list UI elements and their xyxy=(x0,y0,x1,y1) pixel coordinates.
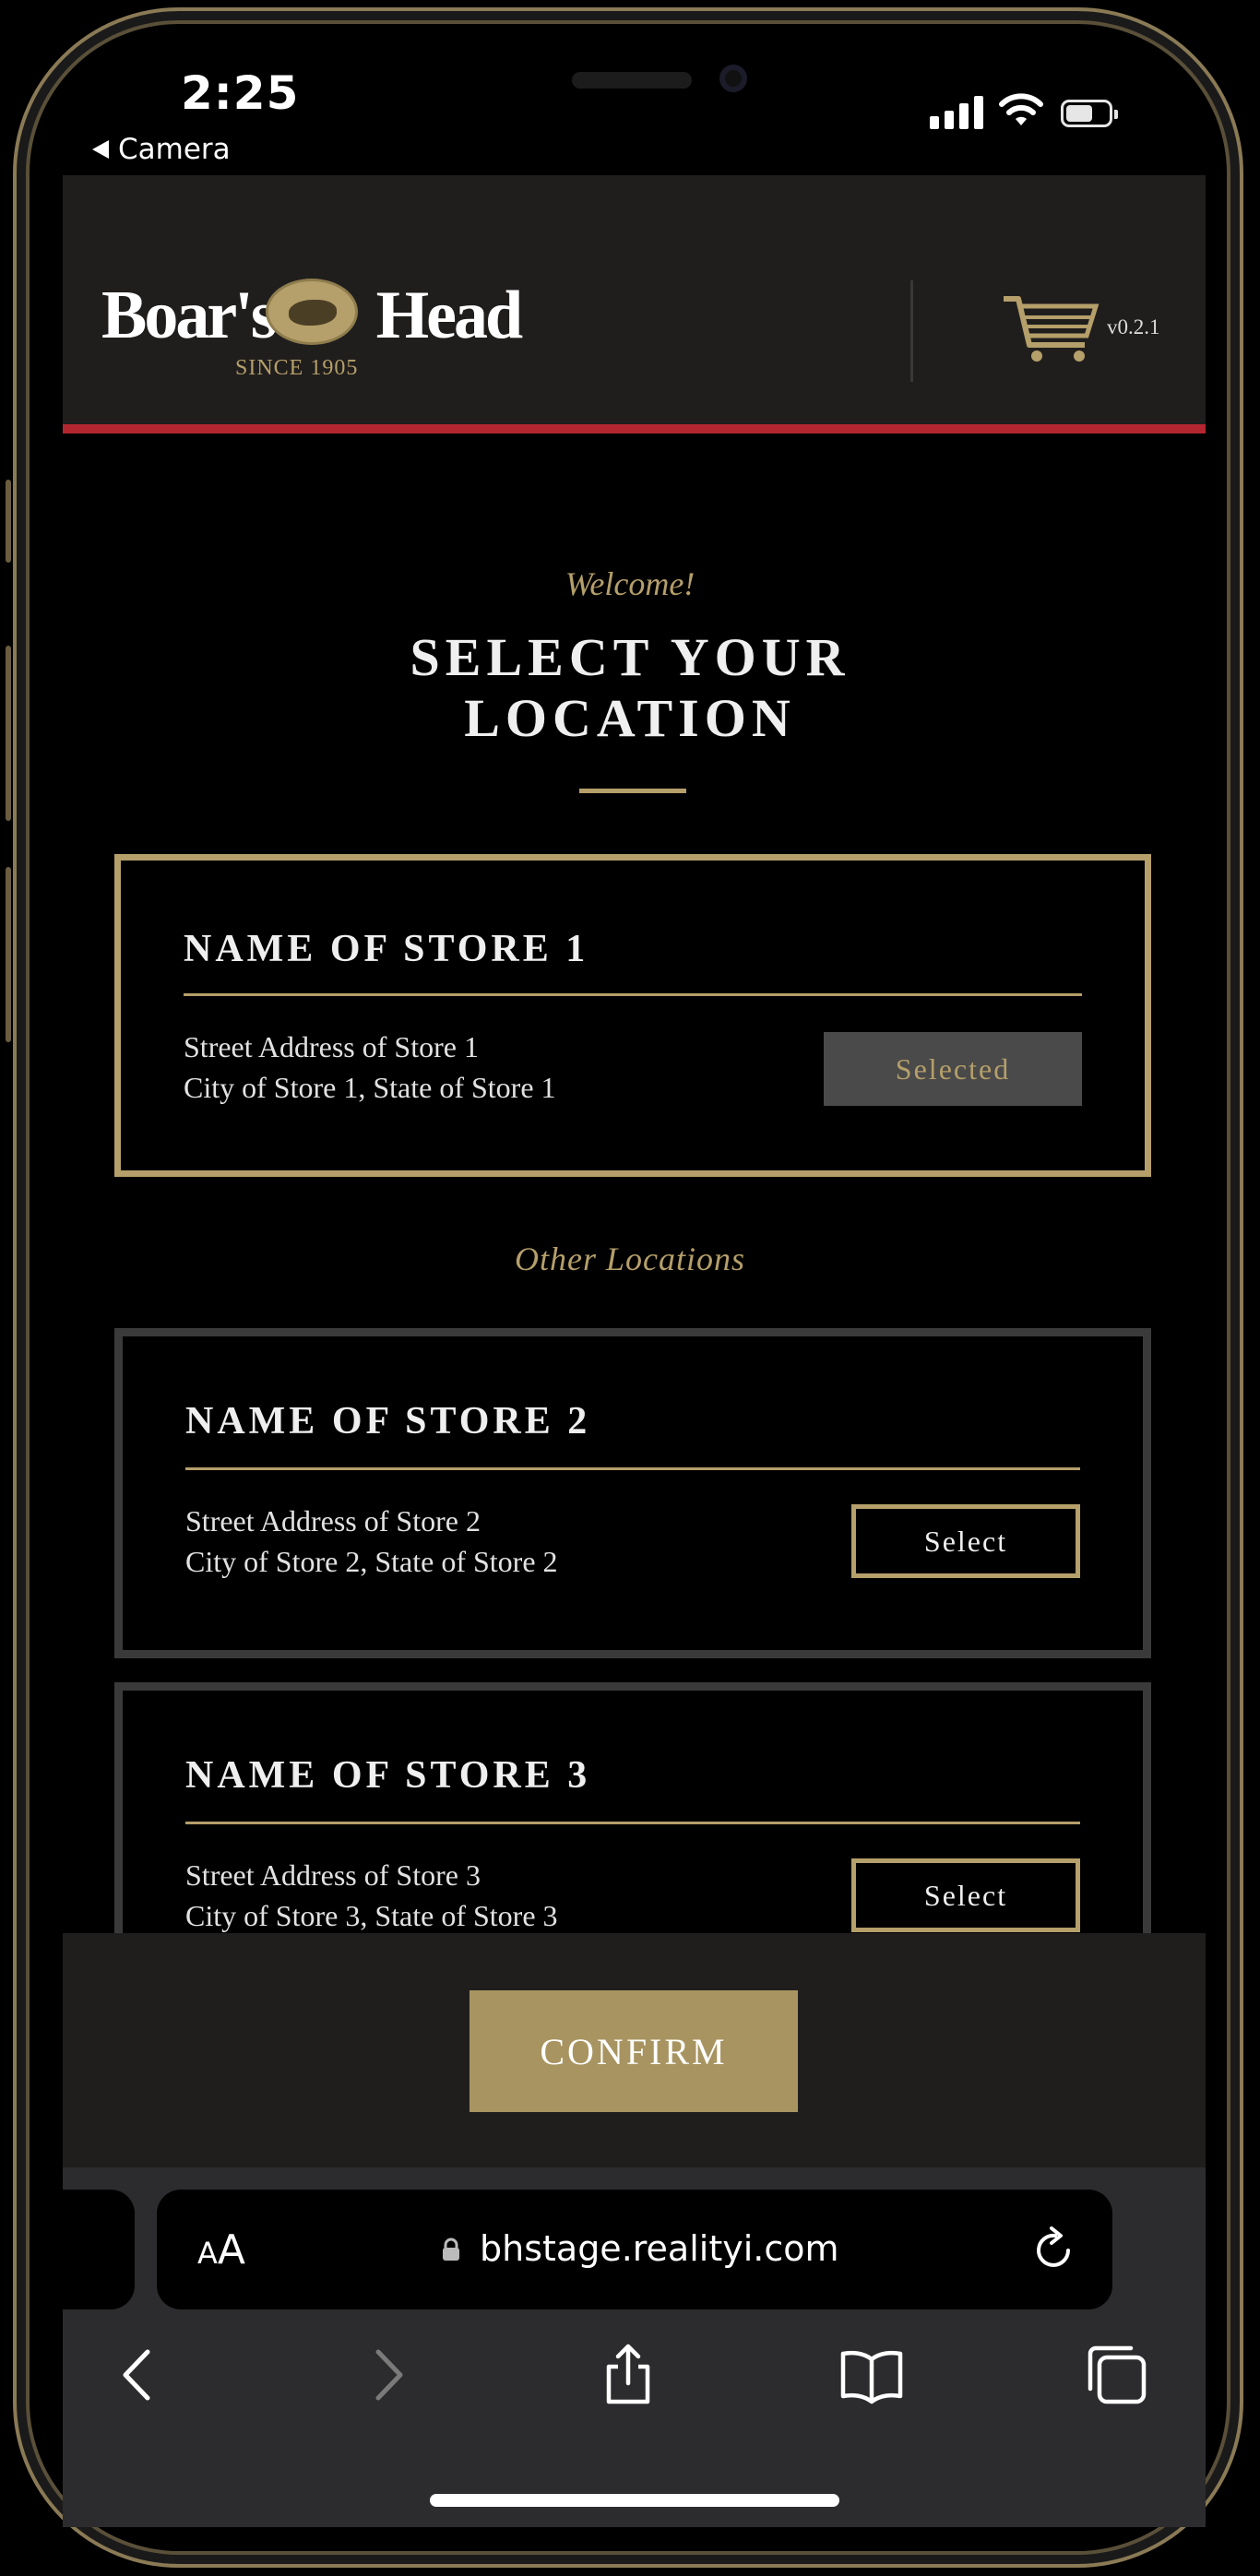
text-size-button[interactable]: AA xyxy=(197,2226,245,2273)
title-divider xyxy=(579,789,686,793)
confirm-button[interactable]: CONFIRM xyxy=(470,1990,798,2112)
store-divider xyxy=(185,1822,1080,1824)
back-icon[interactable] xyxy=(107,2343,172,2407)
url-text[interactable]: bhstage.realityi.com xyxy=(480,2228,839,2269)
back-triangle-icon xyxy=(92,140,109,159)
boar-emblem-icon xyxy=(266,279,358,345)
logo-word-boars: Boar's xyxy=(101,278,278,353)
tabs-icon[interactable] xyxy=(1085,2343,1149,2407)
welcome-text: Welcome! xyxy=(565,565,695,602)
store-street: Street Address of Store 3 xyxy=(185,1858,481,1892)
store-divider xyxy=(184,993,1082,996)
lock-icon xyxy=(443,2238,459,2261)
store-divider xyxy=(185,1467,1080,1470)
page-title-line-1: SELECT YOUR xyxy=(410,627,850,687)
logo-word-head: Head xyxy=(375,278,524,353)
wifi-icon xyxy=(999,93,1043,125)
phone-side-button xyxy=(6,480,11,563)
store-name: NAME OF STORE 3 xyxy=(185,1754,591,1797)
adjacent-tab[interactable] xyxy=(63,2190,135,2309)
store-address: Street Address of Store 3 City of Store … xyxy=(185,1855,558,1936)
page-title-line-2: LOCATION xyxy=(464,688,796,748)
status-time: 2:25 xyxy=(181,66,300,120)
app-version: v0.2.1 xyxy=(1107,315,1160,338)
store-city-state: City of Store 3, State of Store 3 xyxy=(185,1899,558,1932)
store-card-2: NAME OF STORE 2 Street Address of Store … xyxy=(114,1328,1151,1658)
other-locations-label: Other Locations xyxy=(514,1241,745,1277)
front-camera xyxy=(719,65,747,92)
speaker-grille xyxy=(572,72,692,89)
store-select-button[interactable]: Select xyxy=(851,1858,1080,1932)
home-indicator[interactable] xyxy=(430,2494,839,2507)
store-card-1: NAME OF STORE 1 Street Address of Store … xyxy=(114,854,1151,1177)
store-street: Street Address of Store 1 xyxy=(184,1030,479,1063)
store-address: Street Address of Store 1 City of Store … xyxy=(184,1027,556,1108)
store-city-state: City of Store 2, State of Store 2 xyxy=(185,1545,558,1578)
battery-icon xyxy=(1061,100,1118,127)
store-selected-button[interactable]: Selected xyxy=(824,1032,1082,1106)
store-select-button[interactable]: Select xyxy=(851,1504,1080,1578)
forward-icon[interactable] xyxy=(354,2343,419,2407)
store-name: NAME OF STORE 2 xyxy=(185,1400,591,1442)
phone-side-button xyxy=(6,867,11,1042)
store-address: Street Address of Store 2 City of Store … xyxy=(185,1501,558,1582)
logo-tagline: SINCE 1905 xyxy=(235,356,359,380)
store-street: Street Address of Store 2 xyxy=(185,1504,481,1537)
reload-icon[interactable] xyxy=(1028,2225,1079,2276)
header-divider xyxy=(910,280,913,382)
cart-icon[interactable] xyxy=(1000,291,1101,365)
cellular-signal-icon xyxy=(930,96,983,129)
back-to-camera-label: Camera xyxy=(118,133,231,166)
page-title: SELECT YOUR LOCATION xyxy=(0,627,1260,749)
back-to-camera-link[interactable]: Camera xyxy=(92,133,231,166)
share-icon[interactable] xyxy=(596,2343,660,2407)
header-accent-stripe xyxy=(63,424,1206,433)
store-name: NAME OF STORE 1 xyxy=(184,928,589,970)
bookmarks-icon[interactable] xyxy=(839,2343,904,2407)
store-city-state: City of Store 1, State of Store 1 xyxy=(184,1071,556,1104)
